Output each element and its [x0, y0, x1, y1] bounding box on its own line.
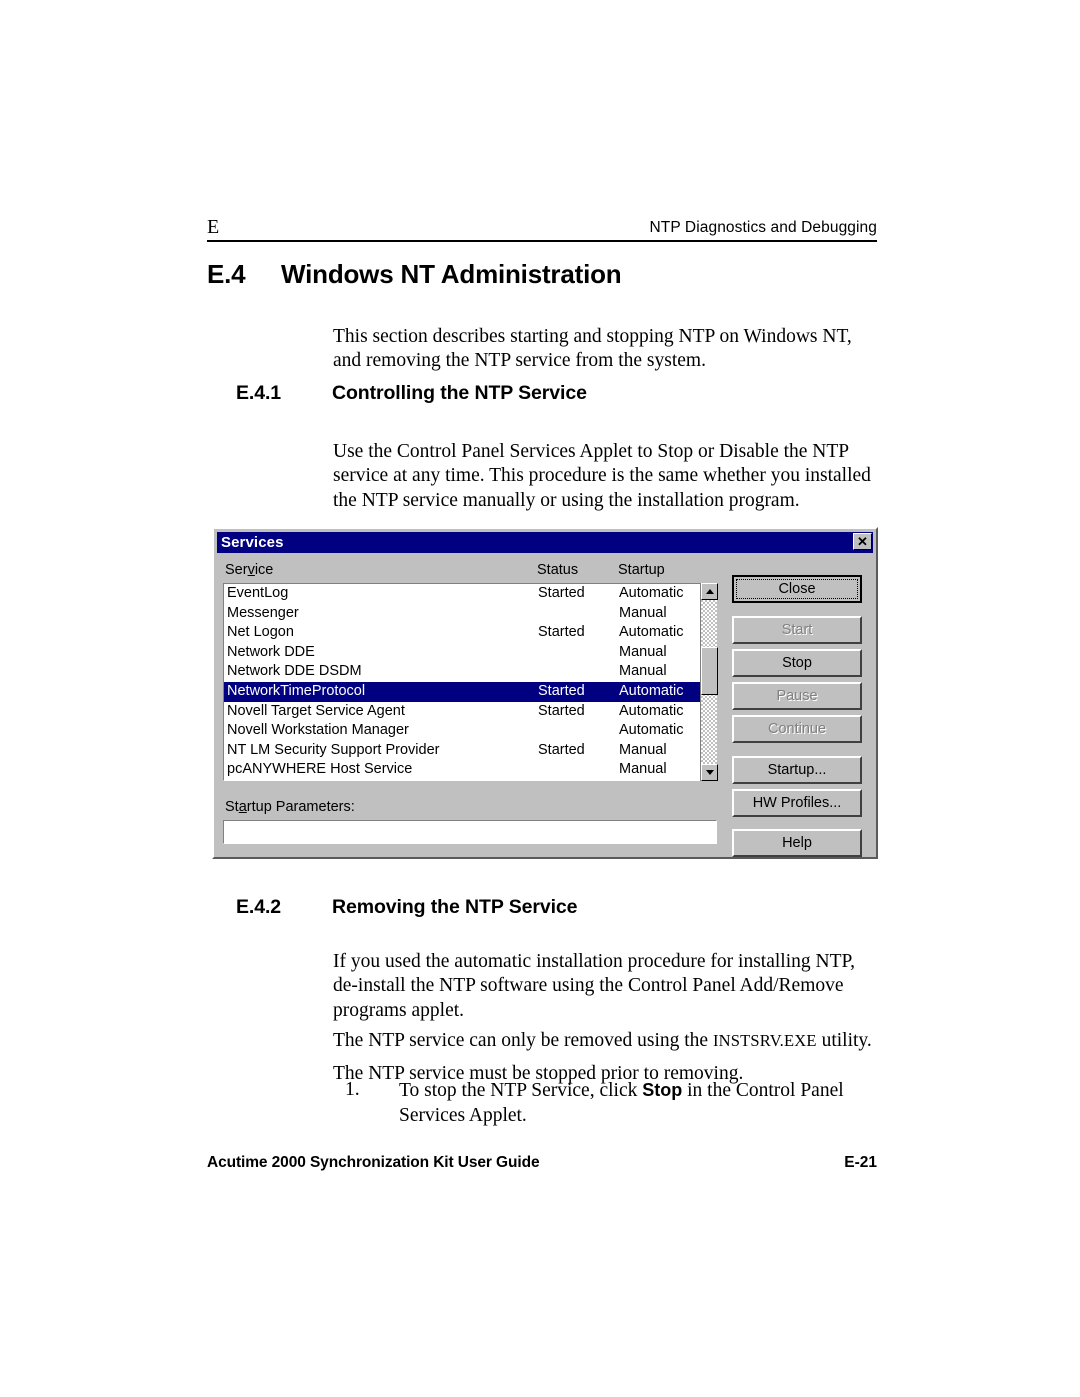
table-row[interactable]: NT LM Security Support Provider Started Ma…	[224, 741, 716, 761]
startup-parameters-input[interactable]	[223, 820, 717, 844]
service-startup: Manual	[619, 741, 667, 758]
service-startup: Automatic	[619, 702, 684, 719]
subsection-heading-removing: E.4.2 Removing the NTP Service	[236, 895, 886, 919]
list-item-marker: 1.	[345, 1079, 360, 1100]
service-name: pcANYWHERE Host Service	[227, 761, 413, 778]
column-header-service: Service	[225, 562, 274, 578]
service-name: Novell Target Service Agent	[227, 702, 405, 719]
table-row[interactable]: Network DDE DSDM Manual	[224, 662, 716, 682]
service-startup: Automatic	[619, 722, 684, 739]
button-label: Start	[781, 622, 813, 638]
column-header-startup: Startup	[618, 562, 665, 578]
scrollbar-track[interactable]	[701, 600, 718, 764]
service-startup: Manual	[619, 761, 667, 778]
start-button: Start	[732, 616, 862, 644]
instsrv-utility-name: INSTSRV.EXE	[712, 1030, 817, 1050]
instsrv-text-before: The NTP service can only be removed usin…	[333, 1029, 713, 1051]
instsrv-text-after: utility.	[816, 1029, 872, 1051]
hw-profiles-button[interactable]: HW Profiles...	[732, 789, 862, 817]
footer-document-title: Acutime 2000 Synchronization Kit User Gu…	[207, 1154, 540, 1171]
service-name: EventLog	[227, 585, 289, 601]
button-label: Pause	[776, 688, 818, 704]
section-title: Windows NT Administration	[281, 259, 622, 289]
service-startup: Automatic	[619, 624, 684, 641]
table-row[interactable]: Messenger Manual	[224, 604, 716, 624]
section-heading: E.4 Windows NT Administration	[207, 259, 887, 289]
section-number: E.4	[207, 259, 246, 289]
service-name: NT LM Security Support Provider	[227, 741, 440, 758]
removing-paragraph-2: The NTP service can only be removed usin…	[333, 1029, 878, 1054]
service-name: Net Logon	[227, 624, 294, 641]
service-startup: Manual	[619, 643, 667, 660]
services-dialog: Services ✕ Service Status Startup EventL…	[212, 527, 878, 859]
table-row[interactable]: Novell Workstation Manager Automatic	[224, 721, 716, 741]
footer-page-number: E-21	[844, 1154, 877, 1171]
table-row[interactable]: EventLog Started Automatic	[224, 584, 716, 604]
section-intro-paragraph: This section describes starting and stop…	[333, 325, 852, 372]
service-startup: Automatic	[619, 585, 684, 601]
continue-button: Continue	[732, 715, 862, 743]
subsection-heading-controlling: E.4.1 Controlling the NTP Service	[236, 381, 886, 405]
document-page: E NTP Diagnostics and Debugging E.4 Windo…	[0, 0, 1080, 1397]
running-header: E NTP Diagnostics and Debugging	[207, 216, 877, 242]
service-name: Network DDE	[227, 643, 315, 660]
dialog-title: Services	[221, 534, 284, 551]
step-bold-stop: Stop	[642, 1080, 683, 1100]
button-label: Stop	[782, 655, 812, 671]
chapter-marker: E	[207, 216, 220, 238]
service-name: Network DDE DSDM	[227, 663, 362, 680]
step-text-before: To stop the NTP Service, click	[399, 1080, 643, 1101]
button-label: Startup...	[767, 762, 827, 778]
help-button[interactable]: Help	[732, 829, 862, 857]
service-status: Started	[538, 624, 585, 641]
scrollbar-thumb[interactable]	[701, 647, 718, 695]
table-row[interactable]: Novell Target Service Agent Started Automa…	[224, 702, 716, 722]
running-header-title: NTP Diagnostics and Debugging	[649, 219, 877, 236]
close-button[interactable]: Close	[732, 575, 862, 603]
button-label: HW Profiles...	[752, 795, 842, 811]
service-startup: Automatic	[619, 682, 684, 699]
list-item: To stop the NTP Service, click Stop in t…	[399, 1078, 885, 1128]
header-rule	[207, 240, 877, 242]
service-name: Novell Workstation Manager	[227, 722, 409, 739]
table-row[interactable]: pcANYWHERE Host Service Manual	[224, 760, 716, 780]
service-startup: Manual	[619, 663, 667, 680]
stop-button[interactable]: Stop	[732, 649, 862, 677]
startup-button[interactable]: Startup...	[732, 756, 862, 784]
startup-parameters-label: Startup Parameters:	[225, 799, 355, 815]
service-status: Started	[538, 682, 585, 699]
service-startup: Manual	[619, 604, 667, 621]
table-row[interactable]: Net Logon Started Automatic	[224, 623, 716, 643]
page-footer: Acutime 2000 Synchronization Kit User Gu…	[207, 1153, 877, 1175]
button-label: Help	[782, 835, 812, 851]
subsection-number-1: E.4.1	[236, 382, 282, 404]
service-name: Messenger	[227, 604, 299, 621]
scroll-down-icon[interactable]	[701, 764, 718, 781]
pause-button: Pause	[732, 682, 862, 710]
button-label: Continue	[767, 721, 827, 737]
service-status: Started	[538, 702, 585, 719]
table-row[interactable]: NetworkTimeProtocol Started Automatic	[224, 681, 716, 702]
service-status: Started	[538, 741, 585, 758]
services-listbox[interactable]: EventLog Started Automatic Messenger Manual N…	[223, 583, 717, 781]
subsection-title-2: Removing the NTP Service	[332, 896, 578, 918]
dialog-titlebar: Services ✕	[217, 532, 873, 553]
scroll-up-icon[interactable]	[701, 583, 718, 600]
service-name: NetworkTimeProtocol	[227, 682, 366, 699]
subsection-number-2: E.4.2	[236, 896, 282, 918]
close-icon[interactable]: ✕	[853, 533, 872, 550]
column-header-status: Status	[537, 562, 579, 578]
listbox-scrollbar[interactable]	[700, 583, 718, 781]
subsection-title-1: Controlling the NTP Service	[332, 382, 587, 404]
removing-paragraph-1: If you used the automatic installation p…	[333, 950, 856, 1021]
controlling-paragraph: Use the Control Panel Services Applet to…	[333, 440, 871, 511]
table-row[interactable]: Network DDE Manual	[224, 643, 716, 663]
removing-steps-list: 1. To stop the NTP Service, click Stop i…	[345, 1078, 885, 1128]
service-status: Started	[538, 585, 585, 601]
button-label: Close	[778, 581, 816, 597]
